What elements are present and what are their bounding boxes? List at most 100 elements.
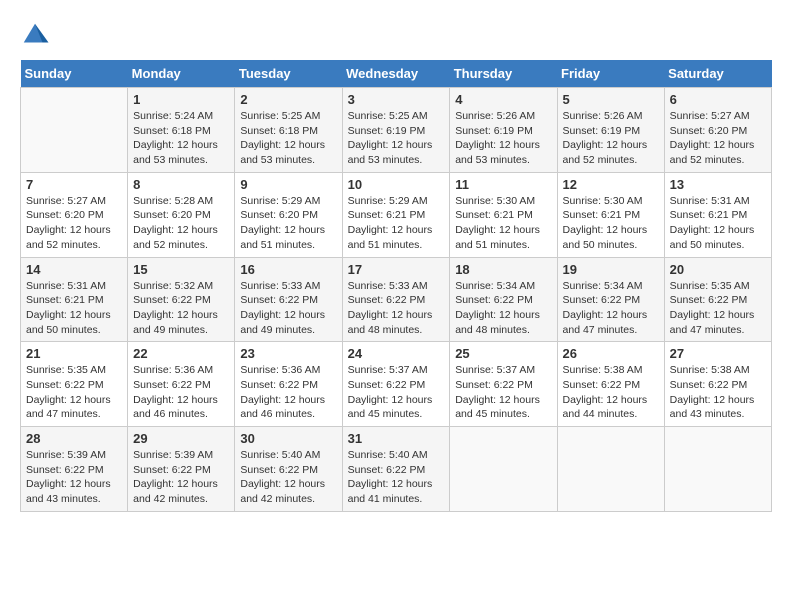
day-info: Sunrise: 5:28 AM Sunset: 6:20 PM Dayligh… — [133, 194, 229, 253]
day-number: 30 — [240, 431, 336, 446]
logo-icon — [20, 20, 50, 50]
day-info: Sunrise: 5:30 AM Sunset: 6:21 PM Dayligh… — [563, 194, 659, 253]
day-info: Sunrise: 5:24 AM Sunset: 6:18 PM Dayligh… — [133, 109, 229, 168]
calendar-cell: 10 Sunrise: 5:29 AM Sunset: 6:21 PM Dayli… — [342, 172, 450, 257]
day-info: Sunrise: 5:37 AM Sunset: 6:22 PM Dayligh… — [348, 363, 445, 422]
calendar-cell — [21, 88, 128, 173]
day-of-week-header: Wednesday — [342, 60, 450, 88]
day-info: Sunrise: 5:26 AM Sunset: 6:19 PM Dayligh… — [455, 109, 551, 168]
day-number: 10 — [348, 177, 445, 192]
calendar-cell: 11 Sunrise: 5:30 AM Sunset: 6:21 PM Dayli… — [450, 172, 557, 257]
calendar-cell: 30 Sunrise: 5:40 AM Sunset: 6:22 PM Dayli… — [235, 427, 342, 512]
day-number: 16 — [240, 262, 336, 277]
calendar-week-row: 21 Sunrise: 5:35 AM Sunset: 6:22 PM Dayli… — [21, 342, 772, 427]
day-info: Sunrise: 5:30 AM Sunset: 6:21 PM Dayligh… — [455, 194, 551, 253]
calendar-cell: 29 Sunrise: 5:39 AM Sunset: 6:22 PM Dayli… — [128, 427, 235, 512]
day-info: Sunrise: 5:27 AM Sunset: 6:20 PM Dayligh… — [26, 194, 122, 253]
day-number: 4 — [455, 92, 551, 107]
calendar-header-row: SundayMondayTuesdayWednesdayThursdayFrid… — [21, 60, 772, 88]
day-info: Sunrise: 5:36 AM Sunset: 6:22 PM Dayligh… — [133, 363, 229, 422]
day-number: 26 — [563, 346, 659, 361]
calendar-cell: 16 Sunrise: 5:33 AM Sunset: 6:22 PM Dayli… — [235, 257, 342, 342]
calendar-cell: 28 Sunrise: 5:39 AM Sunset: 6:22 PM Dayli… — [21, 427, 128, 512]
day-info: Sunrise: 5:25 AM Sunset: 6:18 PM Dayligh… — [240, 109, 336, 168]
calendar-cell: 3 Sunrise: 5:25 AM Sunset: 6:19 PM Daylig… — [342, 88, 450, 173]
day-number: 11 — [455, 177, 551, 192]
calendar-cell: 18 Sunrise: 5:34 AM Sunset: 6:22 PM Dayli… — [450, 257, 557, 342]
day-number: 15 — [133, 262, 229, 277]
calendar-cell: 7Sunrise: 5:27 AM Sunset: 6:20 PM Daylig… — [21, 172, 128, 257]
day-number: 18 — [455, 262, 551, 277]
calendar-cell: 5Sunrise: 5:26 AM Sunset: 6:19 PM Daylig… — [557, 88, 664, 173]
calendar-cell — [450, 427, 557, 512]
calendar-cell: 20Sunrise: 5:35 AM Sunset: 6:22 PM Dayli… — [664, 257, 771, 342]
day-number: 21 — [26, 346, 122, 361]
calendar-week-row: 14Sunrise: 5:31 AM Sunset: 6:21 PM Dayli… — [21, 257, 772, 342]
calendar-week-row: 1 Sunrise: 5:24 AM Sunset: 6:18 PM Daylig… — [21, 88, 772, 173]
day-number: 6 — [670, 92, 766, 107]
day-of-week-header: Thursday — [450, 60, 557, 88]
day-number: 5 — [563, 92, 659, 107]
day-info: Sunrise: 5:40 AM Sunset: 6:22 PM Dayligh… — [348, 448, 445, 507]
calendar-cell: 9Sunrise: 5:29 AM Sunset: 6:20 PM Daylig… — [235, 172, 342, 257]
calendar-week-row: 7Sunrise: 5:27 AM Sunset: 6:20 PM Daylig… — [21, 172, 772, 257]
calendar-cell: 31 Sunrise: 5:40 AM Sunset: 6:22 PM Dayli… — [342, 427, 450, 512]
day-number: 1 — [133, 92, 229, 107]
calendar-cell: 25 Sunrise: 5:37 AM Sunset: 6:22 PM Dayli… — [450, 342, 557, 427]
day-info: Sunrise: 5:39 AM Sunset: 6:22 PM Dayligh… — [133, 448, 229, 507]
calendar-cell: 21 Sunrise: 5:35 AM Sunset: 6:22 PM Dayli… — [21, 342, 128, 427]
day-info: Sunrise: 5:35 AM Sunset: 6:22 PM Dayligh… — [26, 363, 122, 422]
calendar-cell: 6Sunrise: 5:27 AM Sunset: 6:20 PM Daylig… — [664, 88, 771, 173]
calendar-cell: 13 Sunrise: 5:31 AM Sunset: 6:21 PM Dayli… — [664, 172, 771, 257]
day-number: 8 — [133, 177, 229, 192]
day-info: Sunrise: 5:33 AM Sunset: 6:22 PM Dayligh… — [348, 279, 445, 338]
day-info: Sunrise: 5:33 AM Sunset: 6:22 PM Dayligh… — [240, 279, 336, 338]
calendar-cell: 19 Sunrise: 5:34 AM Sunset: 6:22 PM Dayli… — [557, 257, 664, 342]
day-number: 3 — [348, 92, 445, 107]
day-info: Sunrise: 5:25 AM Sunset: 6:19 PM Dayligh… — [348, 109, 445, 168]
day-info: Sunrise: 5:36 AM Sunset: 6:22 PM Dayligh… — [240, 363, 336, 422]
page-header — [20, 20, 772, 50]
calendar-table: SundayMondayTuesdayWednesdayThursdayFrid… — [20, 60, 772, 512]
day-number: 24 — [348, 346, 445, 361]
logo — [20, 20, 54, 50]
calendar-cell: 2 Sunrise: 5:25 AM Sunset: 6:18 PM Daylig… — [235, 88, 342, 173]
day-number: 27 — [670, 346, 766, 361]
day-number: 2 — [240, 92, 336, 107]
day-number: 20 — [670, 262, 766, 277]
day-number: 25 — [455, 346, 551, 361]
calendar-cell: 27Sunrise: 5:38 AM Sunset: 6:22 PM Dayli… — [664, 342, 771, 427]
calendar-cell: 12Sunrise: 5:30 AM Sunset: 6:21 PM Dayli… — [557, 172, 664, 257]
day-info: Sunrise: 5:34 AM Sunset: 6:22 PM Dayligh… — [563, 279, 659, 338]
calendar-cell: 23 Sunrise: 5:36 AM Sunset: 6:22 PM Dayli… — [235, 342, 342, 427]
day-info: Sunrise: 5:31 AM Sunset: 6:21 PM Dayligh… — [670, 194, 766, 253]
day-number: 9 — [240, 177, 336, 192]
day-info: Sunrise: 5:34 AM Sunset: 6:22 PM Dayligh… — [455, 279, 551, 338]
day-number: 31 — [348, 431, 445, 446]
calendar-cell: 8 Sunrise: 5:28 AM Sunset: 6:20 PM Daylig… — [128, 172, 235, 257]
calendar-cell: 14Sunrise: 5:31 AM Sunset: 6:21 PM Dayli… — [21, 257, 128, 342]
calendar-cell — [664, 427, 771, 512]
day-number: 22 — [133, 346, 229, 361]
calendar-cell: 15 Sunrise: 5:32 AM Sunset: 6:22 PM Dayli… — [128, 257, 235, 342]
calendar-cell: 24 Sunrise: 5:37 AM Sunset: 6:22 PM Dayli… — [342, 342, 450, 427]
day-info: Sunrise: 5:39 AM Sunset: 6:22 PM Dayligh… — [26, 448, 122, 507]
day-number: 23 — [240, 346, 336, 361]
day-info: Sunrise: 5:38 AM Sunset: 6:22 PM Dayligh… — [563, 363, 659, 422]
calendar-cell — [557, 427, 664, 512]
day-info: Sunrise: 5:31 AM Sunset: 6:21 PM Dayligh… — [26, 279, 122, 338]
day-info: Sunrise: 5:29 AM Sunset: 6:21 PM Dayligh… — [348, 194, 445, 253]
day-of-week-header: Friday — [557, 60, 664, 88]
day-number: 28 — [26, 431, 122, 446]
day-info: Sunrise: 5:37 AM Sunset: 6:22 PM Dayligh… — [455, 363, 551, 422]
day-number: 17 — [348, 262, 445, 277]
day-number: 19 — [563, 262, 659, 277]
day-of-week-header: Sunday — [21, 60, 128, 88]
day-info: Sunrise: 5:32 AM Sunset: 6:22 PM Dayligh… — [133, 279, 229, 338]
day-number: 13 — [670, 177, 766, 192]
day-number: 29 — [133, 431, 229, 446]
calendar-cell: 4 Sunrise: 5:26 AM Sunset: 6:19 PM Daylig… — [450, 88, 557, 173]
day-info: Sunrise: 5:40 AM Sunset: 6:22 PM Dayligh… — [240, 448, 336, 507]
calendar-cell: 22 Sunrise: 5:36 AM Sunset: 6:22 PM Dayli… — [128, 342, 235, 427]
calendar-cell: 1 Sunrise: 5:24 AM Sunset: 6:18 PM Daylig… — [128, 88, 235, 173]
